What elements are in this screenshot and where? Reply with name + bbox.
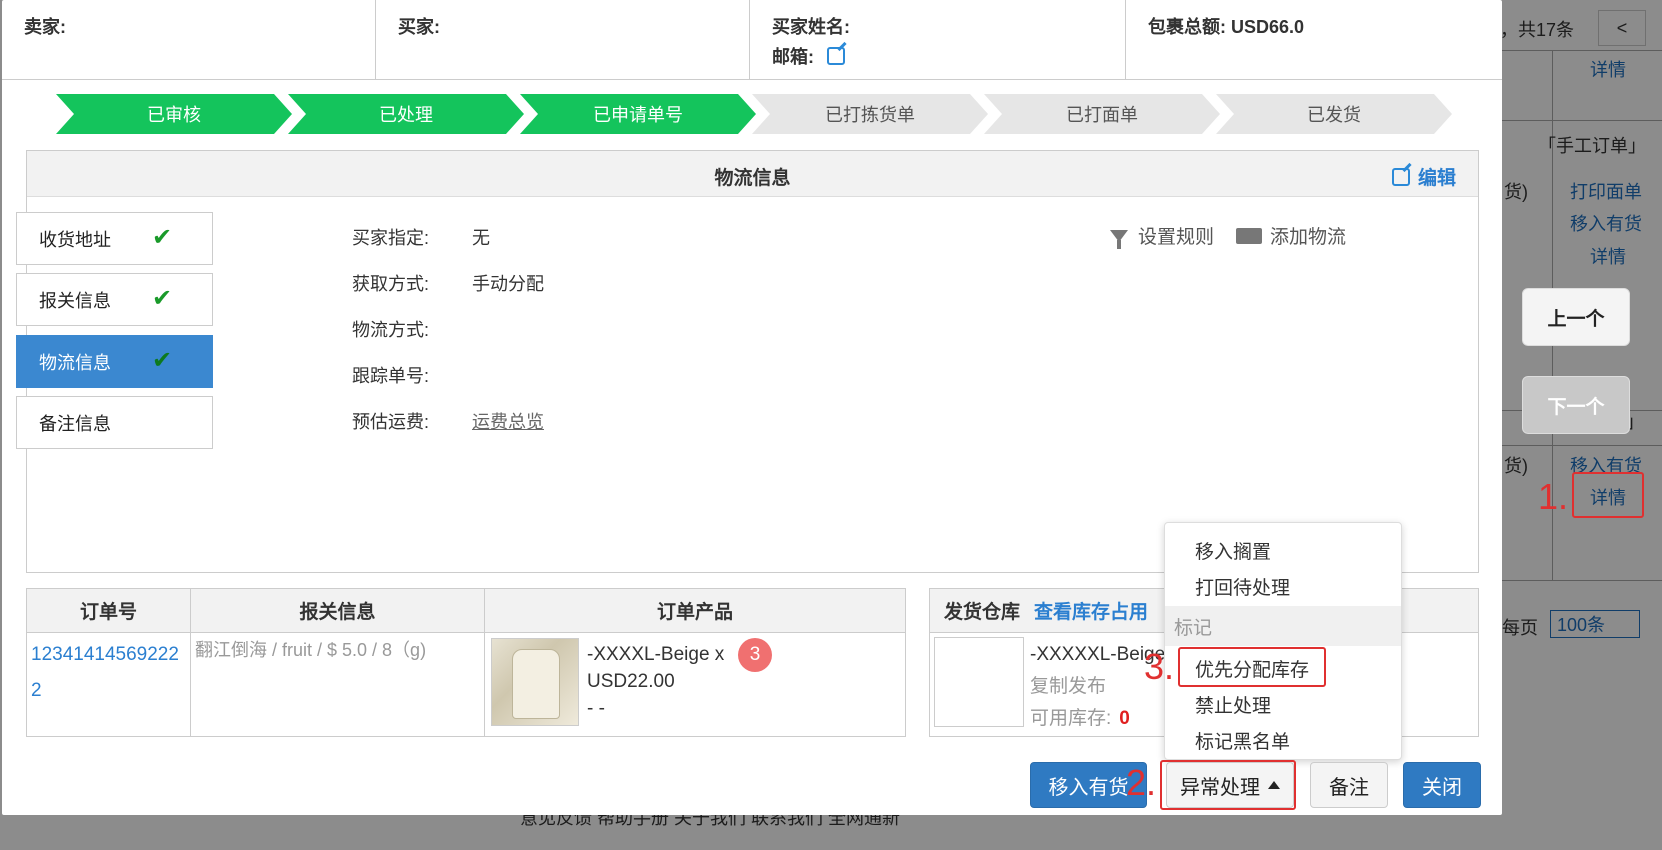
buyer-specified-value: 无 [472, 228, 490, 248]
annotation-1: 1. [1538, 476, 1569, 517]
available-stock-value: 0 [1119, 708, 1130, 729]
garment-shape [512, 649, 560, 719]
step-processed: 已处理 [288, 94, 524, 134]
set-rule-button[interactable]: 设置规则 [1110, 222, 1214, 249]
buyer-name-cell: 买家姓名: 邮箱: [750, 0, 1126, 79]
order-no-cell: 123414145692222 [27, 633, 191, 736]
menu-item-back-pending[interactable]: 打回待处理 [1195, 573, 1290, 600]
acquire-method-value: 手动分配 [472, 274, 544, 294]
logistics-method-label: 物流方式: [352, 320, 430, 340]
edit-label: 编辑 [1417, 168, 1456, 189]
available-stock-label: 可用库存: [1030, 708, 1112, 729]
package-total: 包裹总额: USD66.0 [1148, 17, 1305, 37]
seller-cell: 卖家: [2, 0, 376, 79]
check-icon: ✔ [152, 347, 173, 374]
col-order-no: 订单号 [27, 589, 191, 632]
product-price: USD22.00 [587, 671, 675, 692]
product-info: -XXXXL-Beige x USD22.00 - - [587, 641, 724, 722]
step-picklist-printed: 已打拣货单 [752, 94, 988, 134]
customs-cell: 翻江倒海 / fruit / $ 5.0 / 8（g) [191, 633, 485, 736]
product-extra: - - [587, 698, 605, 719]
order-info-row: 卖家: 买家: 买家姓名: 邮箱: 包裹总额: USD66.0 [2, 0, 1502, 80]
check-icon: ✔ [152, 285, 173, 312]
tab-label: 物流信息 [39, 352, 111, 373]
add-logistics-button[interactable]: 添加物流 [1236, 222, 1346, 249]
exception-dropdown-menu: 移入搁置 打回待处理 标记 优先分配库存 禁止处理 标记黑名单 [1164, 522, 1402, 760]
view-stock-link[interactable]: 查看库存占用 [1034, 597, 1148, 624]
annotation-3: 3. [1144, 646, 1175, 687]
close-button[interactable]: 关闭 [1403, 762, 1481, 808]
add-logistics-label: 添加物流 [1270, 227, 1347, 248]
order-progress-steps: 已审核 已处理 已申请单号 已打拣货单 已打面单 已发货 [56, 94, 1474, 134]
step-shipped: 已发货 [1216, 94, 1452, 134]
total-cell: 包裹总额: USD66.0 [1126, 0, 1502, 79]
customs-info-text: 翻江倒海 / fruit / $ 5.0 / 8（g) [195, 640, 427, 660]
annotation-2: 2. [1126, 762, 1157, 803]
menu-item-move-hold[interactable]: 移入搁置 [1195, 537, 1271, 564]
step-tracking-applied: 已申请单号 [520, 94, 756, 134]
seller-label: 卖家: [24, 17, 66, 37]
fee-overview-link[interactable]: 运费总览 [472, 408, 544, 434]
set-rule-label: 设置规则 [1138, 227, 1215, 248]
buyer-name-label: 买家姓名: [772, 17, 850, 37]
truck-icon [1236, 227, 1262, 244]
acquire-method-label: 获取方式: [352, 274, 430, 294]
edit-logistics-button[interactable]: 编辑 [1391, 163, 1456, 190]
tab-customs-info[interactable]: 报关信息 ✔ [16, 273, 213, 326]
tab-label: 收货地址 [39, 229, 111, 250]
email-label: 邮箱: [772, 47, 814, 67]
check-icon: ✔ [152, 224, 173, 251]
note-button[interactable]: 备注 [1310, 762, 1388, 808]
tab-label: 备注信息 [39, 413, 111, 434]
col-customs: 报关信息 [191, 589, 485, 632]
buyer-specified-label: 买家指定: [352, 228, 430, 248]
annotation-box-2 [1160, 760, 1296, 810]
next-record-button[interactable]: 下一个 [1522, 376, 1630, 434]
product-image[interactable] [491, 638, 579, 726]
order-table-header: 订单号 报关信息 订单产品 [27, 589, 905, 633]
product-name: -XXXXL-Beige x [587, 644, 725, 665]
order-detail-modal: 卖家: 买家: 买家姓名: 邮箱: 包裹总额: USD66.0 已审核 已处理 … [2, 0, 1502, 815]
warehouse-product-image [934, 637, 1024, 727]
order-number-link[interactable]: 123414145692222 [31, 637, 186, 709]
menu-item-blacklist[interactable]: 标记黑名单 [1195, 727, 1290, 754]
product-cell: -XXXXL-Beige x USD22.00 - - [485, 633, 905, 736]
step-audited: 已审核 [56, 94, 292, 134]
logistics-panel: 物流信息 编辑 [26, 150, 1479, 573]
filter-icon [1110, 229, 1128, 249]
tab-logistics-info[interactable]: 物流信息 ✔ [16, 335, 213, 388]
edit-icon [1391, 167, 1410, 186]
tab-note-info[interactable]: 备注信息 [16, 396, 213, 449]
buyer-cell: 买家: [376, 0, 750, 79]
annotation-box-1 [1572, 472, 1644, 518]
panel-header: 物流信息 编辑 [27, 151, 1478, 197]
table-row: 123414145692222 翻江倒海 / fruit / $ 5.0 / 8… [27, 633, 905, 736]
quantity-badge: 3 [738, 638, 772, 672]
menu-section-mark: 标记 [1165, 606, 1401, 646]
menu-item-forbid[interactable]: 禁止处理 [1195, 691, 1271, 718]
order-table: 订单号 报关信息 订单产品 123414145692222 翻江倒海 / fru… [26, 588, 906, 737]
email-edit-icon[interactable] [827, 47, 846, 65]
estimated-fee-label: 预估运费: [352, 412, 430, 432]
prev-record-button[interactable]: 上一个 [1522, 288, 1630, 346]
col-product: 订单产品 [656, 602, 733, 623]
panel-title: 物流信息 [714, 168, 791, 189]
tab-label: 报关信息 [39, 290, 111, 311]
warehouse-title: 发货仓库 [944, 602, 1021, 623]
tab-shipping-address[interactable]: 收货地址 ✔ [16, 212, 213, 265]
step-label-printed: 已打面单 [984, 94, 1220, 134]
annotation-box-3 [1178, 647, 1326, 687]
buyer-label: 买家: [398, 17, 440, 37]
tracking-number-label: 跟踪单号: [352, 366, 430, 386]
